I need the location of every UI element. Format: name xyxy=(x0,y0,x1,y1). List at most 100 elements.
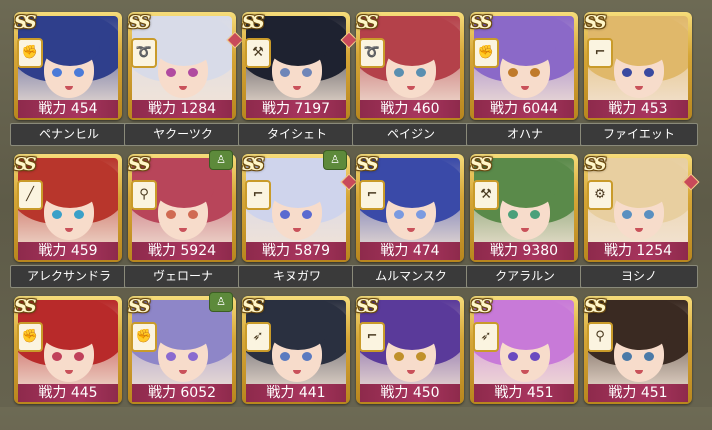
gun-icon: ⌐ xyxy=(359,322,385,352)
character-name: キヌガワ xyxy=(238,265,356,288)
character-name: ヨシノ xyxy=(580,265,698,288)
card-frame: SS ⌐ 戦力 453 xyxy=(584,12,692,120)
gun-icon: ⌐ xyxy=(587,38,613,68)
power-label: 戦力 9380 xyxy=(474,242,574,260)
character-name: ヴェローナ xyxy=(124,265,242,288)
power-label: 戦力 6044 xyxy=(474,100,574,118)
power-label: 戦力 5879 xyxy=(246,242,346,260)
rank-ss-badge: SS xyxy=(356,296,379,317)
card-frame: SS ⚲ 戦力 451 xyxy=(584,296,692,404)
power-label: 戦力 451 xyxy=(588,384,688,402)
card-frame: SS ✊ ♙ 戦力 6052 xyxy=(128,292,236,404)
character-name: ペナンヒル xyxy=(10,123,128,146)
character-card[interactable]: SS ⌐ 戦力 450 xyxy=(356,296,464,430)
whip-icon: ➰ xyxy=(131,38,157,68)
character-name: クアラルン xyxy=(466,265,584,288)
character-card[interactable]: SS ⚒ 戦力 7197 タイシェト xyxy=(238,12,358,146)
character-name: オハナ xyxy=(466,123,584,146)
character-card[interactable]: SS ⌐ ♙ 戦力 5879 キヌガワ xyxy=(238,150,358,288)
character-grid: SS ✊ 戦力 454 ペナンヒル SS ➰ 戦力 1284 ヤクーツク SS ⚒ 戦力 7197 タ… xyxy=(0,0,712,407)
gun-icon: ⌐ xyxy=(359,180,385,210)
card-frame: SS ⌐ ♙ 戦力 5879 xyxy=(242,150,358,262)
character-card[interactable]: SS ➰ 戦力 1284 ヤクーツク xyxy=(124,12,244,146)
fist-icon: ✊ xyxy=(473,38,499,68)
axe-icon: ⚒ xyxy=(245,38,271,68)
whip-icon: ➰ xyxy=(359,38,385,68)
power-label: 戦力 1284 xyxy=(132,100,232,118)
rank-ss-badge: SS xyxy=(128,154,151,175)
power-label: 戦力 1254 xyxy=(588,242,688,260)
character-card[interactable]: SS ✊ 戦力 6044 オハナ xyxy=(466,12,584,146)
card-frame: SS ✊ 戦力 6044 xyxy=(470,12,578,120)
rank-ss-badge: SS xyxy=(242,296,265,317)
card-frame: SS ⚒ 戦力 9380 xyxy=(470,154,578,262)
pin-icon: ⚲ xyxy=(131,180,157,210)
character-card[interactable]: SS ➶ 戦力 451 xyxy=(470,296,578,430)
rank-ss-badge: SS xyxy=(584,154,607,175)
card-frame: SS ╱ 戦力 459 xyxy=(14,154,122,262)
card-frame: SS ➰ 戦力 1284 xyxy=(128,12,244,120)
card-frame: SS ➰ 戦力 460 xyxy=(356,12,464,120)
party-member-icon: ♙ xyxy=(323,150,347,170)
character-card[interactable]: SS ⌐ 戦力 474 ムルマンスク xyxy=(352,154,470,288)
character-card[interactable]: SS ➰ 戦力 460 ペイジン xyxy=(352,12,470,146)
power-label: 戦力 474 xyxy=(360,242,460,260)
pin-icon: ⚲ xyxy=(587,322,613,352)
power-label: 戦力 445 xyxy=(18,384,118,402)
rank-ss-badge: SS xyxy=(128,296,151,317)
fist-icon: ✊ xyxy=(17,322,43,352)
rank-ss-badge: SS xyxy=(242,12,265,33)
character-card[interactable]: SS ⚲ ♙ 戦力 5924 ヴェローナ xyxy=(124,150,242,288)
card-frame: SS ➶ 戦力 441 xyxy=(242,296,350,404)
power-label: 戦力 451 xyxy=(474,384,574,402)
power-label: 戦力 5924 xyxy=(132,242,232,260)
card-frame: SS ⚲ ♙ 戦力 5924 xyxy=(128,150,236,262)
gun-icon: ⌐ xyxy=(245,180,271,210)
power-label: 戦力 454 xyxy=(18,100,118,118)
rank-ss-badge: SS xyxy=(584,296,607,317)
rank-ss-badge: SS xyxy=(14,12,37,33)
power-label: 戦力 453 xyxy=(588,100,688,118)
power-label: 戦力 6052 xyxy=(132,384,232,402)
character-card[interactable]: SS ✊ 戦力 445 xyxy=(14,296,122,430)
character-card[interactable]: SS ➶ 戦力 441 xyxy=(242,296,350,430)
character-card[interactable]: SS ╱ 戦力 459 アレクサンドラ xyxy=(10,154,128,288)
rank-ss-badge: SS xyxy=(242,154,265,175)
power-label: 戦力 459 xyxy=(18,242,118,260)
fist-icon: ✊ xyxy=(17,38,43,68)
character-name: ファイエット xyxy=(580,123,698,146)
tools-icon: ⚙ xyxy=(587,180,613,210)
party-member-icon: ♙ xyxy=(209,150,233,170)
character-name: アレクサンドラ xyxy=(10,265,128,288)
fist-icon: ✊ xyxy=(131,322,157,352)
bow-icon: ➶ xyxy=(245,322,271,352)
sword-icon: ╱ xyxy=(17,180,43,210)
rank-ss-badge: SS xyxy=(584,12,607,33)
card-frame: SS ⚒ 戦力 7197 xyxy=(242,12,358,120)
card-frame: SS ⚙ 戦力 1254 xyxy=(584,154,700,262)
character-name: ペイジン xyxy=(352,123,470,146)
power-label: 戦力 460 xyxy=(360,100,460,118)
rank-ss-badge: SS xyxy=(470,12,493,33)
rank-ss-badge: SS xyxy=(470,296,493,317)
power-label: 戦力 7197 xyxy=(246,100,346,118)
power-label: 戦力 441 xyxy=(246,384,346,402)
card-frame: SS ⌐ 戦力 450 xyxy=(356,296,464,404)
card-frame: SS ➶ 戦力 451 xyxy=(470,296,578,404)
card-frame: SS ✊ 戦力 445 xyxy=(14,296,122,404)
character-card[interactable]: SS ⚲ 戦力 451 xyxy=(584,296,692,430)
character-card[interactable]: SS ✊ ♙ 戦力 6052 xyxy=(128,292,236,430)
card-frame: SS ✊ 戦力 454 xyxy=(14,12,122,120)
character-name: タイシェト xyxy=(238,123,356,146)
character-card[interactable]: SS ⚙ 戦力 1254 ヨシノ xyxy=(580,154,700,288)
rank-ss-badge: SS xyxy=(14,296,37,317)
character-card[interactable]: SS ⚒ 戦力 9380 クアラルン xyxy=(466,154,584,288)
party-member-icon: ♙ xyxy=(209,292,233,312)
rank-ss-badge: SS xyxy=(128,12,151,33)
character-card[interactable]: SS ⌐ 戦力 453 ファイエット xyxy=(580,12,698,146)
rank-ss-badge: SS xyxy=(356,154,379,175)
card-frame: SS ⌐ 戦力 474 xyxy=(356,154,464,262)
axe-icon: ⚒ xyxy=(473,180,499,210)
character-card[interactable]: SS ✊ 戦力 454 ペナンヒル xyxy=(10,12,128,146)
power-label: 戦力 450 xyxy=(360,384,460,402)
